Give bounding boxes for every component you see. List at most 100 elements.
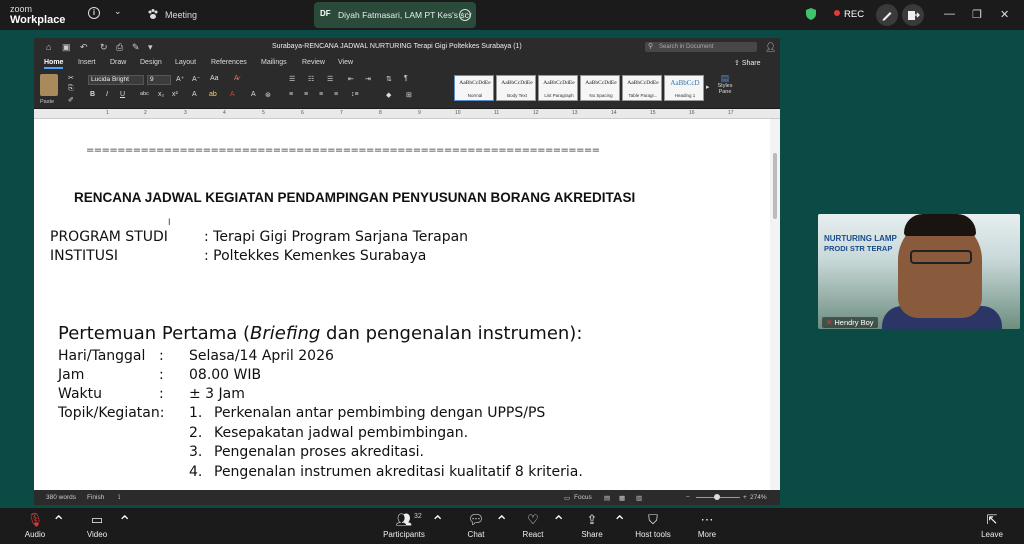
style-normal[interactable]: AaBbCcDdEe Normal <box>454 75 494 101</box>
style-heading-1[interactable]: AaBbCcD Heading 1 <box>664 75 704 101</box>
enclose-icon[interactable]: ⊛ <box>265 91 271 99</box>
line-spacing-icon[interactable]: ↕≡ <box>351 91 359 98</box>
gallery-more-icon[interactable]: ▸ <box>706 83 710 91</box>
style-no-spacing[interactable]: AaBbCcDdEe No Spacing <box>580 75 620 101</box>
tab-design[interactable]: Design <box>140 59 162 66</box>
justify-icon[interactable]: ≡ <box>334 91 338 98</box>
tab-draw[interactable]: Draw <box>110 59 126 66</box>
clear-format-icon[interactable]: A̷ <box>234 75 239 82</box>
strikethrough-icon[interactable]: abc <box>140 91 149 97</box>
text-effects-icon[interactable]: A <box>192 91 197 98</box>
save-icon[interactable]: ▣ <box>62 42 71 53</box>
restore-icon[interactable]: ❐ <box>972 8 982 21</box>
tab-references[interactable]: References <box>211 59 247 66</box>
accessibility-icon[interactable]: ⟟ <box>118 494 120 502</box>
paste-button[interactable] <box>40 74 58 96</box>
align-right-icon[interactable]: ≡ <box>319 91 323 98</box>
numbering-icon[interactable]: ☷ <box>308 75 314 83</box>
more-options-icon[interactable]: ··· <box>459 9 471 21</box>
increase-indent-icon[interactable]: ⇥ <box>365 75 371 83</box>
shading-icon[interactable]: ◆ <box>386 91 391 99</box>
italic-icon[interactable]: I <box>106 91 108 98</box>
zoom-level[interactable]: 274% <box>750 494 767 501</box>
web-layout-icon[interactable]: ▥ <box>636 494 642 502</box>
more-button[interactable]: ⋯ More <box>694 512 720 539</box>
print-icon[interactable]: ⎙ <box>116 42 123 53</box>
bullets-icon[interactable]: ☰ <box>289 75 295 83</box>
minimize-icon[interactable]: — <box>944 8 955 20</box>
audio-button[interactable]: 🎙︎ Audio <box>22 512 48 539</box>
show-marks-icon[interactable]: ¶ <box>404 75 408 82</box>
close-icon[interactable]: ✕ <box>1000 8 1009 21</box>
zoom-out-icon[interactable]: − <box>686 494 690 501</box>
focus-icon[interactable]: ▭ <box>564 494 570 502</box>
subscript-icon[interactable]: x₂ <box>158 91 164 98</box>
font-color-icon[interactable]: A <box>230 91 235 98</box>
superscript-icon[interactable]: x² <box>172 91 178 98</box>
decrease-indent-icon[interactable]: ⇤ <box>348 75 354 83</box>
account-icon[interactable]: 👤︎ <box>765 42 776 53</box>
screen-share-indicator[interactable]: DF Diyah Fatmasari, LAM PT Kes's scr ··· <box>314 2 476 28</box>
word-count[interactable]: 380 words <box>46 494 76 501</box>
tab-view[interactable]: View <box>338 59 353 66</box>
zoom-in-icon[interactable]: + <box>743 494 747 501</box>
share-screen-button[interactable]: ⇪ Share <box>579 512 605 539</box>
copy-icon[interactable]: ⎘ <box>68 85 74 93</box>
read-mode-icon[interactable]: ▤ <box>604 494 610 502</box>
zoom-slider[interactable] <box>696 494 740 500</box>
share-button[interactable]: ⇪ Share <box>734 59 761 67</box>
tab-mailings[interactable]: Mailings <box>261 59 287 66</box>
cut-icon[interactable]: ✂ <box>68 74 74 82</box>
annotate-button[interactable] <box>876 4 898 26</box>
document-page[interactable]: ========================================… <box>34 119 770 490</box>
customize-icon[interactable]: ▾ <box>148 42 153 53</box>
align-center-icon[interactable]: ≡ <box>304 91 308 98</box>
styles-pane-button[interactable]: ▤ Styles Pane <box>714 74 736 96</box>
recording-indicator[interactable]: REC <box>834 9 864 20</box>
participants-caret-icon[interactable]: ⌃ <box>431 512 444 532</box>
react-button[interactable]: ♡ React <box>520 512 546 539</box>
highlight-icon[interactable]: ab <box>209 91 217 98</box>
scrollbar-thumb[interactable] <box>773 153 777 219</box>
font-size-select[interactable]: 9 <box>147 75 171 85</box>
chevron-down-icon[interactable]: ⌄ <box>114 6 122 17</box>
home-icon[interactable]: ⌂ <box>46 42 51 52</box>
share-caret-icon[interactable]: ⌃ <box>613 512 626 532</box>
react-caret-icon[interactable]: ⌃ <box>552 512 565 532</box>
vertical-scrollbar[interactable] <box>770 119 780 490</box>
tab-home[interactable]: Home <box>44 59 64 69</box>
shrink-font-icon[interactable]: A⁻ <box>192 75 200 83</box>
host-tools-button[interactable]: ⛉ Host tools <box>632 512 674 539</box>
tab-insert[interactable]: Insert <box>78 59 96 66</box>
style-body-text[interactable]: AaBbCcDdEe Body Text <box>496 75 536 101</box>
ruler[interactable]: 1 2 3 4 5 6 7 8 9 10 11 12 13 14 15 16 1… <box>34 109 780 119</box>
undo-icon[interactable]: ↶ <box>80 42 88 53</box>
bold-icon[interactable]: B <box>90 91 95 98</box>
grow-font-icon[interactable]: A⁺ <box>176 75 184 83</box>
info-icon[interactable]: i <box>88 7 100 19</box>
paintbrush-icon[interactable]: ✎ <box>132 42 140 53</box>
sort-icon[interactable]: ⇅ <box>386 75 392 83</box>
focus-label[interactable]: Focus <box>574 494 592 501</box>
underline-icon[interactable]: U <box>120 91 125 98</box>
participant-video-tile[interactable]: NURTURING LAMP PRODI STR TERAP ✕ Hendry … <box>818 214 1020 329</box>
print-layout-icon[interactable]: ▦ <box>619 494 625 502</box>
meeting-label[interactable]: Meeting <box>165 10 197 20</box>
exit-share-button[interactable] <box>902 4 924 26</box>
align-left-icon[interactable]: ≡ <box>289 91 293 98</box>
audio-options-caret-icon[interactable]: ⌃ <box>52 512 65 532</box>
leave-button[interactable]: ⇱ Leave <box>978 512 1006 539</box>
search-in-document-input[interactable]: Search in Document <box>645 42 757 52</box>
video-options-caret-icon[interactable]: ⌃ <box>118 512 131 532</box>
style-list-paragraph[interactable]: AaBbCcDdEe List Paragraph <box>538 75 578 101</box>
shield-icon[interactable] <box>806 8 816 20</box>
char-shading-icon[interactable]: A <box>251 91 256 98</box>
video-button[interactable]: ▭ Video <box>84 512 110 539</box>
change-case-icon[interactable]: Aa <box>210 75 219 82</box>
format-painter-icon[interactable]: ✐ <box>68 96 74 104</box>
chat-caret-icon[interactable]: ⌃ <box>495 512 508 532</box>
multilevel-icon[interactable]: ☰ <box>327 75 333 83</box>
style-table-paragraph[interactable]: AaBbCcDdEe Table Paragr... <box>622 75 662 101</box>
font-name-select[interactable]: Lucida Bright <box>88 75 144 85</box>
borders-icon[interactable]: ⊞ <box>406 91 412 99</box>
